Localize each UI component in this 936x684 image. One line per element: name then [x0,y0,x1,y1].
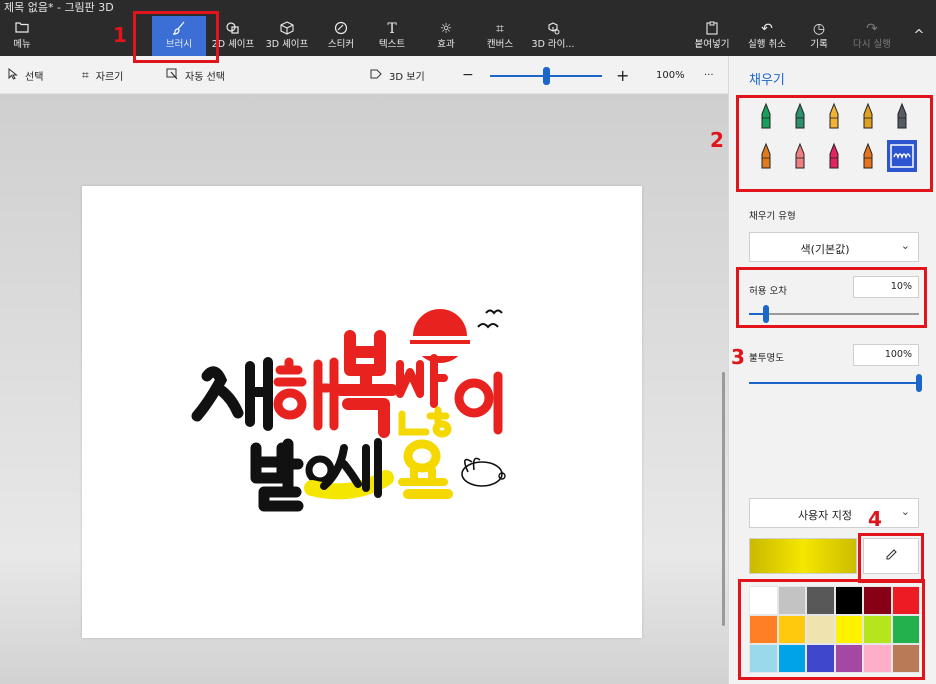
collapse-ribbon-button[interactable]: ^ [906,16,932,56]
menu-label: 메뉴 [13,39,31,50]
select-button[interactable]: 선택 [8,67,43,83]
drawing-canvas[interactable] [82,186,642,638]
color-mode-dropdown[interactable]: 사용자 지정 ⌄ [749,498,919,528]
zoom-slider-thumb[interactable] [543,67,550,85]
text-icon: T [387,21,397,37]
annotation-number-2: 2 [710,128,724,152]
cube-icon [280,21,294,37]
paste-button[interactable]: 붙여넣기 [690,16,734,56]
chevron-up-icon: ^ [913,28,925,43]
magic-select-button[interactable]: 자동 선택 [166,67,225,83]
menu-button[interactable]: 메뉴 [4,16,40,56]
tab-3d-library[interactable]: 3D 라이... [530,16,576,56]
tab-canvas[interactable]: ⌗ 캔버스 [480,16,520,56]
view-3d-label: 3D 보기 [389,71,425,83]
magic-select-icon [166,68,178,83]
panel-title: 채우기 [749,73,785,88]
history-icon: ◷ [812,21,826,37]
paint3d-window: 제목 없음* - 그림판 3D 메뉴 브러시 2D 셰이프 3D 셰이프 스티커… [0,0,936,684]
crop-icon: ⌗ [82,67,89,82]
view-3d-icon [370,68,382,83]
undo-button[interactable]: ↶ 실행 취소 [744,16,790,56]
cursor-icon [8,67,18,83]
tab-text[interactable]: T 텍스트 [374,16,410,56]
opacity-label: 불투명도 [749,353,784,364]
opacity-slider-thumb[interactable] [916,374,922,392]
annotation-number-3: 3 [731,345,745,369]
zoom-out-button[interactable]: − [462,67,474,83]
annotation-number-1: 1 [113,23,127,47]
redo-label: 다시 실행 [853,39,891,50]
toolbar: 선택 ⌗ 자르기 자동 선택 3D 보기 − + 100% ··· [0,56,728,94]
redo-icon: ↷ [866,21,878,37]
undo-label: 실행 취소 [748,39,786,50]
magic-select-label: 자동 선택 [185,71,225,83]
tab-3d-shapes-label: 3D 셰이프 [265,39,309,50]
more-options-button[interactable]: ··· [704,67,714,83]
current-color-swatch[interactable] [749,538,857,574]
opacity-input[interactable]: 100% [853,344,919,366]
tab-3d-library-label: 3D 라이... [531,39,575,50]
tab-3d-shapes[interactable]: 3D 셰이프 [262,16,312,56]
crop-label: 자르기 [95,71,124,83]
clipboard-icon [706,21,718,37]
folder-icon [15,21,29,37]
chevron-down-icon: ⌄ [900,505,910,518]
tab-effects[interactable]: ☼ 효과 [430,16,462,56]
annotation-box-3 [736,267,927,328]
canvas-icon: ⌗ [496,21,504,37]
tab-stickers-label: 스티커 [327,39,355,50]
fill-type-label: 채우기 유형 [749,211,796,222]
fill-type-dropdown[interactable]: 색(기본값) ⌄ [749,232,919,262]
select-label: 선택 [25,71,44,83]
annotation-box-palette [738,579,925,680]
opacity-slider-track[interactable] [749,382,919,384]
annotation-box-2 [736,95,933,192]
sticker-icon [334,21,348,37]
vertical-scrollbar[interactable] [722,372,725,626]
annotation-box-4 [858,533,924,583]
view-3d-button[interactable]: 3D 보기 [370,67,425,83]
tab-effects-label: 효과 [437,39,455,50]
chevron-down-icon: ⌄ [900,239,910,252]
redo-button[interactable]: ↷ 다시 실행 [848,16,896,56]
undo-icon: ↶ [761,21,773,37]
crop-button[interactable]: ⌗ 자르기 [82,67,123,83]
sun-icon: ☼ [439,21,453,37]
paste-label: 붙여넣기 [694,39,730,50]
history-label: 기록 [810,39,828,50]
annotation-box-1 [133,11,219,63]
tab-canvas-label: 캔버스 [486,39,514,50]
2d-shapes-icon [225,21,241,37]
zoom-in-button[interactable]: + [616,66,629,85]
tab-text-label: 텍스트 [378,39,406,50]
zoom-level[interactable]: 100% [656,67,685,83]
library-icon [546,21,560,37]
annotation-number-4: 4 [868,507,882,531]
history-button[interactable]: ◷ 기록 [804,16,834,56]
tab-stickers[interactable]: 스티커 [322,16,360,56]
fill-type-value: 색(기본값) [800,243,850,256]
greeting-artwork [191,309,506,512]
